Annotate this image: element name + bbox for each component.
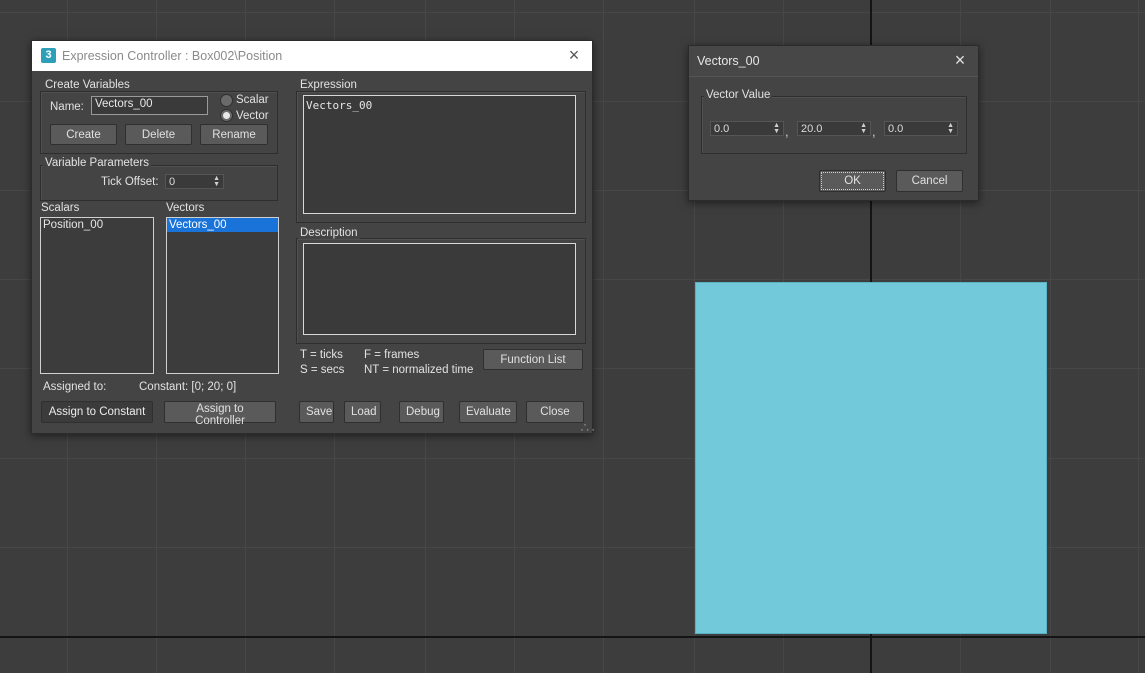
variable-parameters-label: Variable Parameters xyxy=(43,157,151,169)
variable-parameters-group xyxy=(40,165,278,201)
create-variables-label: Create Variables xyxy=(43,79,132,91)
vector-y-value: 20.0 xyxy=(801,123,823,135)
scalars-list[interactable]: Position_00 xyxy=(40,217,154,374)
function-list-button[interactable]: Function List xyxy=(483,349,583,370)
app-icon: 3 xyxy=(41,48,56,63)
vector-x-value: 0.0 xyxy=(714,123,730,135)
spinner-arrows-icon[interactable]: ▲ ▼ xyxy=(773,122,780,135)
name-label: Name: xyxy=(50,101,84,113)
scalar-radio[interactable] xyxy=(220,94,233,107)
vector-value-dialog: Vectors_00 × Vector Value 0.0 ▲ ▼ , 20.0 … xyxy=(688,45,979,201)
resize-grip-icon[interactable]: ⠄ ⠄⠄⠄ xyxy=(580,419,598,433)
spinner-arrows-icon[interactable]: ▲ ▼ xyxy=(947,122,954,135)
vector-y-spinner[interactable]: 20.0 ▲ ▼ xyxy=(797,121,871,136)
evaluate-button[interactable]: Evaluate xyxy=(459,401,517,423)
scalar-label: Scalar xyxy=(236,94,269,106)
assigned-to-label: Assigned to: xyxy=(43,381,107,393)
title-bar[interactable]: 3 Expression Controller : Box002\Positio… xyxy=(32,41,592,71)
legend-secs: S = secs xyxy=(300,364,345,376)
description-textarea[interactable] xyxy=(303,243,576,335)
list-item[interactable]: Position_00 xyxy=(41,218,153,232)
ok-button[interactable]: OK xyxy=(819,170,886,192)
close-icon[interactable]: × xyxy=(950,50,970,70)
spinner-arrows-icon[interactable]: ▲ ▼ xyxy=(213,175,220,188)
window-title: Expression Controller : Box002\Position xyxy=(62,49,283,63)
close-icon[interactable]: × xyxy=(564,45,584,65)
expression-controller-window: 3 Expression Controller : Box002\Positio… xyxy=(31,40,598,434)
legend-frames: F = frames xyxy=(364,349,420,361)
save-button[interactable]: Save xyxy=(299,401,334,423)
vector-z-value: 0.0 xyxy=(888,123,904,135)
load-button[interactable]: Load xyxy=(344,401,381,423)
delete-button[interactable]: Delete xyxy=(125,124,192,145)
tick-offset-spinner[interactable]: 0 ▲ ▼ xyxy=(165,174,224,189)
vector-radio[interactable] xyxy=(220,109,233,122)
vectors-label: Vectors xyxy=(166,202,205,214)
tick-offset-value: 0 xyxy=(169,176,176,188)
tick-offset-label: Tick Offset: xyxy=(101,176,159,188)
assigned-to-value: Constant: [0; 20; 0] xyxy=(139,381,237,393)
legend-ticks: T = ticks xyxy=(300,349,343,361)
assign-to-constant-button[interactable]: Assign to Constant xyxy=(41,401,153,423)
dialog-title: Vectors_00 xyxy=(697,54,760,68)
list-item[interactable]: Vectors_00 xyxy=(167,218,278,232)
vectors-list[interactable]: Vectors_00 xyxy=(166,217,279,374)
create-button[interactable]: Create xyxy=(50,124,117,145)
separator: , xyxy=(785,124,789,139)
dialog-title-bar[interactable]: Vectors_00 × xyxy=(689,46,978,77)
vector-label: Vector xyxy=(236,110,269,122)
vector-z-spinner[interactable]: 0.0 ▲ ▼ xyxy=(884,121,958,136)
scalars-label: Scalars xyxy=(41,202,80,214)
assign-to-controller-button[interactable]: Assign to Controller xyxy=(164,401,276,427)
vector-x-spinner[interactable]: 0.0 ▲ ▼ xyxy=(710,121,784,136)
description-label: Description xyxy=(298,227,360,239)
name-field[interactable]: Vectors_00 xyxy=(91,96,208,115)
rename-button[interactable]: Rename xyxy=(200,124,268,145)
legend-normalized-time: NT = normalized time xyxy=(364,364,474,376)
expression-label: Expression xyxy=(298,79,359,91)
cancel-button[interactable]: Cancel xyxy=(896,170,963,192)
vector-value-label: Vector Value xyxy=(704,89,773,101)
separator: , xyxy=(872,124,876,139)
close-button[interactable]: Close xyxy=(526,401,584,423)
box-object[interactable] xyxy=(695,282,1047,634)
expression-textarea[interactable]: Vectors_00 xyxy=(303,95,576,214)
spinner-arrows-icon[interactable]: ▲ ▼ xyxy=(860,122,867,135)
debug-button[interactable]: Debug xyxy=(399,401,444,423)
